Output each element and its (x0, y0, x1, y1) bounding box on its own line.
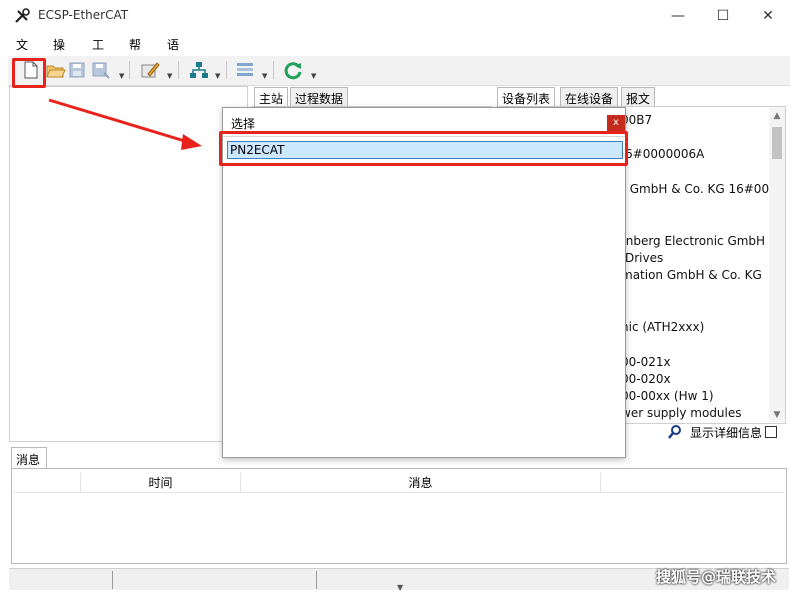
network-dropdown-icon[interactable]: ▼ (215, 72, 221, 80)
annotation-box-pn2ecat (219, 131, 628, 166)
config-list-icon (237, 63, 253, 76)
toolbar-separator (178, 61, 179, 79)
device-list-item[interactable]: 00-021x (621, 355, 671, 369)
annotation-box-new-file (12, 58, 46, 88)
column-header-extra[interactable] (600, 473, 784, 493)
status-divider (316, 571, 317, 589)
window-title: ECSP-EtherCAT (38, 8, 129, 22)
refresh-dropdown-icon[interactable]: ▼ (311, 72, 317, 80)
open-button[interactable] (44, 59, 66, 81)
tab-telegram[interactable]: 报文 (621, 87, 656, 107)
device-list-item[interactable]: Drives (625, 251, 663, 265)
maximize-button[interactable]: ☐ (701, 4, 745, 28)
device-list-item[interactable]: r GmbH & Co. KG 16#00 (621, 182, 769, 196)
save-as-icon (92, 62, 110, 79)
show-details-label: 显示详细信息 (690, 426, 763, 440)
dialog-close-button[interactable]: x (607, 115, 625, 131)
scroll-down-icon[interactable]: ▼ (769, 410, 785, 420)
tools-icon (15, 8, 30, 23)
tab-master[interactable]: 主站 (254, 87, 289, 107)
device-tree-pane[interactable] (9, 86, 248, 442)
minimize-button[interactable]: — (656, 4, 700, 28)
edit-settings-icon (141, 62, 160, 78)
message-table-header: 时间 消息 (14, 473, 784, 493)
device-list-item[interactable]: nic (ATH2xxx) (621, 320, 704, 334)
save-dropdown-icon[interactable]: ▼ (119, 72, 125, 80)
dialog-option-list[interactable]: PN2ECAT (223, 136, 625, 457)
status-divider (112, 571, 113, 589)
message-pane: 时间 消息 (11, 468, 787, 564)
device-list-scrollbar[interactable]: ▲ ▼ (769, 107, 785, 422)
show-details-checkbox[interactable] (765, 426, 777, 438)
scroll-up-icon[interactable]: ▲ (769, 111, 785, 121)
column-header-message[interactable]: 消息 (240, 473, 600, 493)
config-dropdown-icon[interactable]: ▼ (262, 72, 268, 80)
network-icon (190, 62, 208, 78)
toolbar-separator (273, 61, 274, 79)
device-list-item[interactable]: 6#0000006A (625, 147, 704, 161)
tab-online-devices[interactable]: 在线设备 (560, 87, 619, 107)
search-icon[interactable] (668, 425, 682, 439)
splitter-grip-icon[interactable]: ▼ (397, 583, 403, 592)
open-folder-icon (46, 65, 66, 78)
toolbar: ▼ ▼ ▼ ▼ ▼ (8, 56, 790, 86)
device-list-item[interactable]: 00-020x (621, 372, 671, 386)
save-button[interactable] (66, 59, 88, 81)
column-header-blank[interactable] (14, 473, 80, 493)
device-list-item[interactable]: mation GmbH & Co. KG (621, 268, 762, 282)
column-header-time[interactable]: 时间 (80, 473, 240, 493)
scroll-thumb[interactable] (772, 127, 782, 159)
edit-settings-button[interactable] (139, 59, 161, 81)
tab-messages[interactable]: 消息 (11, 447, 47, 469)
window-title-bar: ECSP-EtherCAT — ☐ ✕ (0, 0, 796, 32)
config-list-button[interactable] (234, 59, 256, 81)
tab-device-list[interactable]: 设备列表 (497, 87, 556, 107)
dialog-title: 选择 (231, 117, 256, 131)
close-window-button[interactable]: ✕ (746, 4, 790, 28)
tab-process-data[interactable]: 过程数据 (290, 87, 349, 107)
device-list-item[interactable]: 00-00xx (Hw 1) (621, 389, 714, 403)
toolbar-separator (129, 61, 130, 79)
watermark: 搜狐号@瑞联技术 (656, 568, 777, 586)
device-list-item[interactable]: wer supply modules (621, 406, 742, 420)
network-button[interactable] (188, 59, 210, 81)
refresh-icon (284, 62, 302, 80)
toolbar-separator (226, 61, 227, 79)
save-icon (69, 62, 85, 78)
edit-dropdown-icon[interactable]: ▼ (167, 72, 173, 80)
refresh-button[interactable] (282, 59, 304, 81)
save-as-button[interactable] (90, 59, 112, 81)
device-list-item[interactable]: rnberg Electronic GmbH (621, 234, 765, 248)
